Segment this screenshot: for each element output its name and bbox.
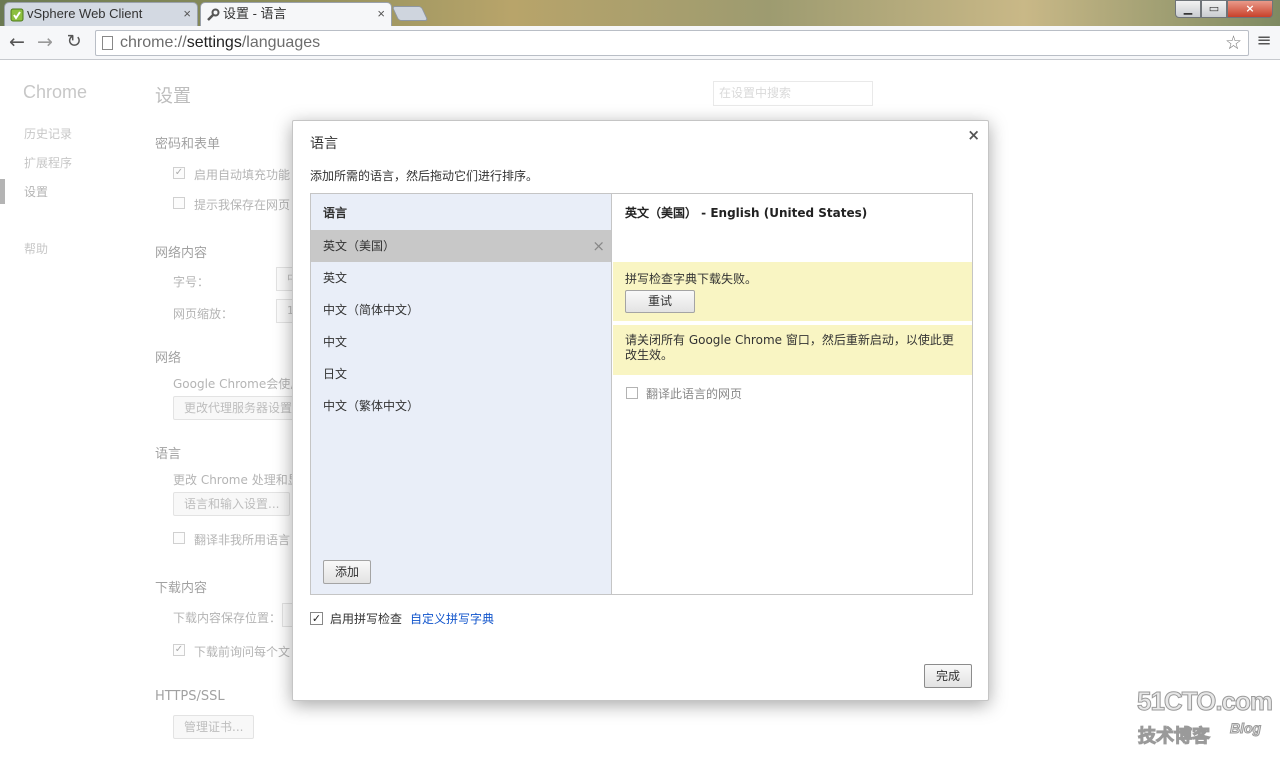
vsphere-icon bbox=[10, 7, 24, 22]
language-item-zh-tw[interactable]: 中文（繁体中文） bbox=[311, 390, 611, 422]
language-list: 语言 英文（美国） × 英文 中文（简体中文） 中文 日文 中文（繁体中文） 添… bbox=[311, 194, 612, 594]
language-item-label: 英文（美国） bbox=[323, 239, 396, 253]
address-bar[interactable]: chrome://settings/languages ☆ bbox=[95, 30, 1249, 56]
dialog-title: 语言 bbox=[310, 136, 338, 152]
tab-vsphere[interactable]: vSphere Web Client × bbox=[4, 2, 198, 26]
tab-title: vSphere Web Client bbox=[27, 6, 143, 21]
restart-notice: 请关闭所有 Google Chrome 窗口，然后重新启动，以使此更改生效。 bbox=[613, 325, 972, 375]
url-text[interactable]: chrome://settings/languages bbox=[120, 34, 320, 52]
wrench-icon bbox=[206, 7, 220, 21]
spellcheck-warning-text: 拼写检查字典下载失败。 bbox=[625, 272, 758, 286]
language-list-header: 语言 bbox=[323, 206, 348, 220]
remove-language-icon[interactable]: × bbox=[592, 230, 605, 262]
restart-notice-text: 请关闭所有 Google Chrome 窗口，然后重新启动，以使此更改生效。 bbox=[625, 333, 954, 362]
browser-toolbar: ← → ↻ chrome://settings/languages ☆ ≡ bbox=[0, 26, 1280, 60]
page-icon bbox=[102, 36, 113, 50]
translate-language-label: 翻译此语言的网页 bbox=[646, 387, 743, 401]
close-tab-icon[interactable]: × bbox=[377, 3, 385, 25]
minimize-button[interactable]: ▁ bbox=[1175, 0, 1201, 18]
tab-title: 设置 - 语言 bbox=[223, 6, 287, 21]
new-tab-button[interactable] bbox=[391, 6, 429, 21]
chrome-menu-icon[interactable]: ≡ bbox=[1255, 31, 1273, 51]
watermark-subtitle: 技术博客 bbox=[1138, 726, 1211, 748]
title-bar: vSphere Web Client × 设置 - 语言 × ▁ ▭ × bbox=[0, 0, 1280, 26]
languages-dialog: 语言 × 添加所需的语言，然后拖动它们进行排序。 语言 英文（美国） × 英文 … bbox=[292, 120, 989, 701]
forward-arrow-icon[interactable]: → bbox=[34, 31, 56, 53]
back-arrow-icon[interactable]: ← bbox=[6, 31, 28, 53]
translate-language-checkbox[interactable] bbox=[626, 387, 638, 399]
close-tab-icon[interactable]: × bbox=[183, 3, 191, 25]
add-language-button[interactable]: 添加 bbox=[323, 560, 372, 584]
language-item-zh[interactable]: 中文 bbox=[311, 326, 611, 358]
enable-spellcheck-label: 启用拼写检查 bbox=[330, 612, 403, 626]
watermark-blog: Blog bbox=[1229, 720, 1262, 737]
maximize-button[interactable]: ▭ bbox=[1201, 0, 1227, 18]
language-item-en[interactable]: 英文 bbox=[311, 262, 611, 294]
language-detail-panel: 英文（美国） - English (United States) 拼写检查字典下… bbox=[613, 194, 972, 594]
custom-dictionary-link[interactable]: 自定义拼写字典 bbox=[410, 610, 494, 627]
watermark-logo: 51CTO.com bbox=[1136, 686, 1273, 717]
tab-settings-languages[interactable]: 设置 - 语言 × bbox=[200, 2, 392, 26]
language-item-en-us[interactable]: 英文（美国） × bbox=[311, 230, 611, 262]
done-button[interactable]: 完成 bbox=[924, 664, 973, 688]
retry-button[interactable]: 重试 bbox=[625, 290, 696, 313]
reload-icon[interactable]: ↻ bbox=[63, 31, 85, 53]
language-detail-title: 英文（美国） - English (United States) bbox=[625, 206, 868, 220]
enable-spellcheck-checkbox[interactable]: ✓ bbox=[310, 612, 323, 625]
language-item-zh-cn[interactable]: 中文（简体中文） bbox=[311, 294, 611, 326]
spellcheck-warning: 拼写检查字典下载失败。 重试 bbox=[613, 262, 972, 321]
dialog-description: 添加所需的语言，然后拖动它们进行排序。 bbox=[310, 169, 539, 183]
window-close-button[interactable]: × bbox=[1227, 0, 1273, 18]
languages-panel: 语言 英文（美国） × 英文 中文（简体中文） 中文 日文 中文（繁体中文） 添… bbox=[310, 193, 973, 595]
dialog-close-icon[interactable]: × bbox=[967, 126, 980, 144]
language-item-ja[interactable]: 日文 bbox=[311, 358, 611, 390]
bookmark-star-icon[interactable]: ☆ bbox=[1225, 32, 1242, 54]
